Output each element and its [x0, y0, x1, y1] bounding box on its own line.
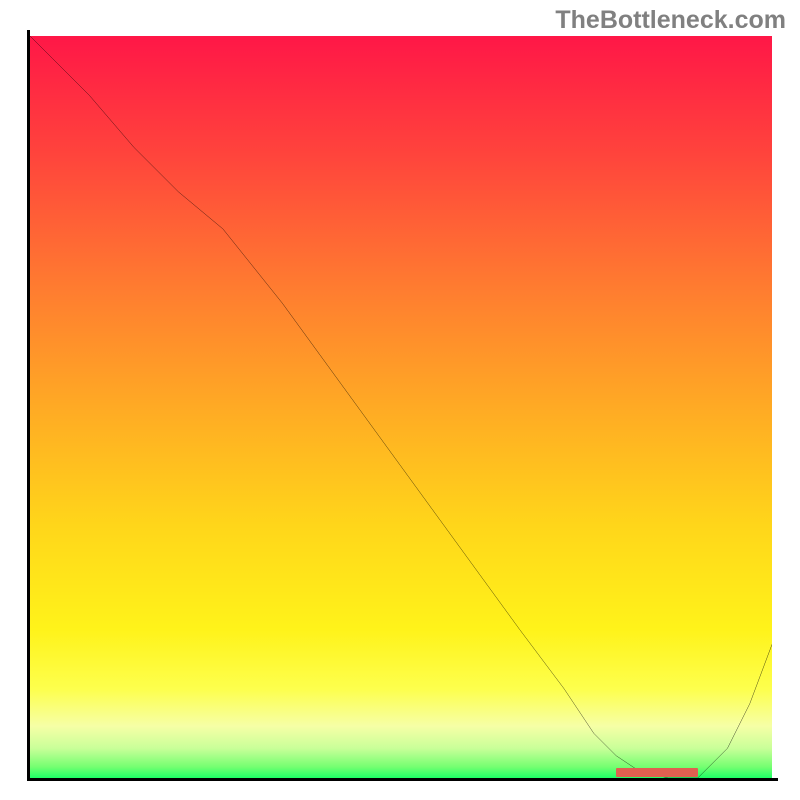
watermark-text: TheBottleneck.com: [555, 6, 786, 35]
chart-frame: TheBottleneck.com: [0, 0, 800, 800]
bottleneck-curve: [30, 36, 772, 778]
plot-area: [30, 36, 772, 778]
optimal-range-marker: [616, 768, 698, 777]
